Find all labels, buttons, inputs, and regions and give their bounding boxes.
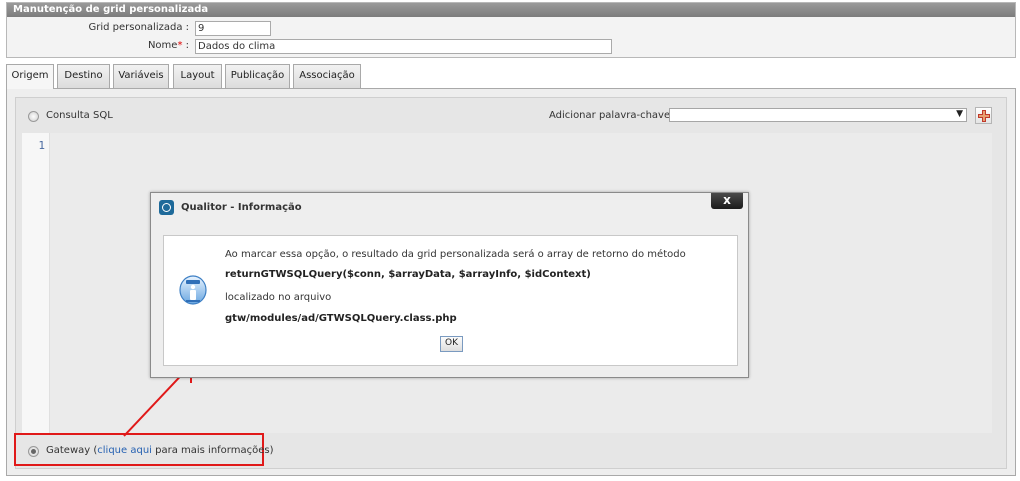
grid-row: Grid personalizada : (7, 21, 1015, 37)
dialog-line-method: returnGTWSQLQuery($conn, $arrayData, $ar… (225, 269, 591, 280)
info-icon (179, 275, 207, 305)
sql-radio[interactable] (28, 111, 39, 122)
qualitor-logo-icon (159, 200, 174, 215)
dialog-line-1: Ao marcar essa opção, o resultado da gri… (225, 249, 686, 260)
gateway-option-highlight: Gateway (clique aqui para mais informaçõ… (14, 433, 274, 466)
tab-associacao[interactable]: Associação (293, 64, 361, 88)
sql-option-label: Consulta SQL (46, 110, 113, 121)
line-number: 1 (38, 139, 45, 152)
name-field[interactable] (195, 39, 612, 54)
grid-id-field[interactable] (195, 21, 271, 36)
keyword-label: Adicionar palavra-chave : (549, 110, 677, 121)
page-title: Manutenção de grid personalizada (7, 3, 1015, 17)
name-colon: : (185, 40, 189, 51)
required-mark: * (177, 40, 183, 51)
name-label-wrap: Nome* : (148, 40, 189, 51)
editor-gutter: 1 (22, 133, 50, 433)
gateway-label-wrap: Gateway (clique aqui para mais informaçõ… (46, 445, 274, 456)
dialog-line-path: gtw/modules/ad/GTWSQLQuery.class.php (225, 313, 457, 324)
info-dialog: Qualitor - Informação x Ao marcar essa o… (150, 192, 749, 378)
tab-destino[interactable]: Destino (57, 64, 110, 88)
tab-variaveis[interactable]: Variáveis (113, 64, 169, 88)
dialog-line-3: localizado no arquivo (225, 292, 332, 303)
tab-origem[interactable]: Origem (6, 64, 54, 89)
chevron-down-icon: ▼ (956, 109, 963, 119)
keyword-select[interactable]: ▼ (669, 108, 967, 122)
grid-label: Grid personalizada : (88, 22, 189, 33)
gateway-suffix: para mais informações) (151, 445, 274, 456)
dialog-title: Qualitor - Informação (181, 202, 302, 213)
tab-publicacao[interactable]: Publicação (225, 64, 290, 88)
dialog-body: Ao marcar essa opção, o resultado da gri… (163, 235, 738, 366)
tab-layout[interactable]: Layout (173, 64, 222, 88)
name-label: Nome (147, 40, 178, 51)
close-button[interactable]: x (711, 193, 743, 209)
gateway-label: Gateway ( (46, 445, 98, 456)
add-keyword-button[interactable] (975, 107, 992, 124)
more-info-link[interactable]: clique aqui (97, 445, 152, 456)
header-panel: Manutenção de grid personalizada Grid pe… (6, 2, 1016, 58)
gateway-radio[interactable] (28, 446, 39, 457)
plus-icon (978, 110, 990, 122)
name-row: Nome* : (7, 39, 1015, 55)
ok-button[interactable]: OK (440, 336, 463, 352)
